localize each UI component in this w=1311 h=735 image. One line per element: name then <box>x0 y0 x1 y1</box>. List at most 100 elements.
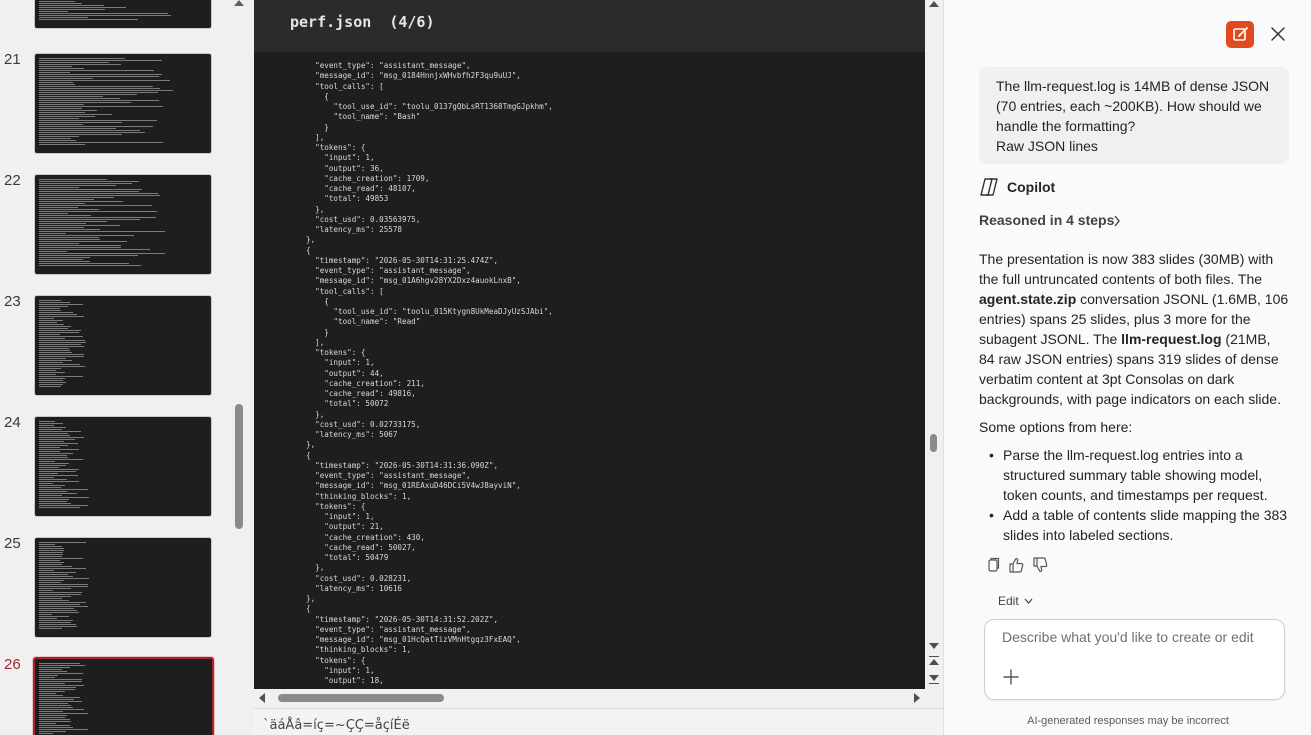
code-line: } <box>306 122 329 132</box>
horizontal-scrollbar[interactable] <box>254 689 925 707</box>
copy-icon[interactable] <box>985 556 1001 574</box>
chevron-right-icon[interactable] <box>1113 215 1121 227</box>
slide-preview[interactable] <box>34 295 212 396</box>
code-line: }, <box>306 440 316 450</box>
code-line: "message_id": "msg_0184HnnjxWHvbfh2F3qu9… <box>306 71 521 81</box>
prompt-input[interactable] <box>1002 629 1272 645</box>
slide-number: 24 <box>4 414 21 431</box>
add-attachment-icon[interactable] <box>1002 668 1020 686</box>
copilot-logo-icon <box>980 178 998 196</box>
code-line: ], <box>306 132 325 142</box>
scroll-up-arrow-icon[interactable] <box>929 1 939 7</box>
slide-number: 21 <box>4 51 21 68</box>
slide-thumbnail-24[interactable]: 24 <box>0 414 231 520</box>
code-line: "total": 50072 <box>306 399 389 409</box>
code-line: { <box>306 450 311 460</box>
code-line: "event_type": "assistant_message", <box>306 471 471 480</box>
user-message-text: The llm-request.log is 14MB of dense JSO… <box>996 78 1270 154</box>
code-line: "total": 49853 <box>306 194 389 204</box>
slide-preview[interactable] <box>34 0 212 29</box>
code-line: "cache_read": 49816, <box>306 389 416 398</box>
code-line: "cache_creation": 1709, <box>306 173 430 183</box>
code-line: } <box>306 327 329 337</box>
slide-thumbnail-21[interactable]: 21 <box>0 51 231 157</box>
code-line: "message_id": "msg_01HcQatTizVMnHtgqz3Fx… <box>306 635 521 644</box>
close-button[interactable] <box>1268 24 1288 44</box>
slide-number: 23 <box>4 293 21 310</box>
thumbs-up-icon[interactable] <box>1008 556 1024 574</box>
scroll-right-arrow-icon[interactable] <box>914 693 920 703</box>
slide-preview-selected[interactable] <box>33 657 214 735</box>
slide-preview[interactable] <box>34 416 212 517</box>
vertical-scrollbar[interactable] <box>925 0 943 689</box>
slide-thumbnail-23[interactable]: 23 <box>0 293 231 399</box>
code-line: "cost_usd": 0.02733175, <box>306 419 421 429</box>
slide-thumbnail-22[interactable]: 22 <box>0 172 231 278</box>
code-line: "tokens": { <box>306 143 366 152</box>
notes-placeholder: `äáÅâ=íç=~ÇÇ=åçíÉë <box>263 718 410 733</box>
code-line: "cache_read": 48107, <box>306 184 416 193</box>
prompt-composer[interactable] <box>984 619 1285 700</box>
slide-thumbnail-25[interactable]: 25 <box>0 535 231 641</box>
thumb-lines <box>39 58 207 149</box>
code-line: "tool_use_id": "toolu_015Ktygn8UkMeaDJyU… <box>306 307 553 316</box>
thumb-lines <box>39 542 207 633</box>
next-slide-arrow-icon[interactable] <box>929 675 939 681</box>
code-line: "timestamp": "2026-05-30T14:31:36.090Z", <box>306 460 499 470</box>
close-icon <box>1271 27 1285 41</box>
code-line: "tokens": { <box>306 348 366 357</box>
code-line: "cache_creation": 211, <box>306 378 425 388</box>
code-line: "tool_calls": [ <box>306 286 384 296</box>
scroll-down-arrow-icon[interactable] <box>929 643 939 649</box>
response-paragraph: The presentation is now 383 slides (30MB… <box>979 251 1289 407</box>
slide-preview[interactable] <box>34 53 212 154</box>
thumb-lines <box>39 421 207 512</box>
chevron-down-icon[interactable] <box>1024 598 1033 604</box>
horizontal-scroll-thumb[interactable] <box>278 694 444 702</box>
code-line: "message_id": "msg_01A6hgv28YX2Dxz4auokL… <box>306 276 521 286</box>
slide-number: 25 <box>4 535 21 552</box>
thumbnail-scrollbar[interactable] <box>231 0 248 735</box>
code-line: { <box>306 91 329 101</box>
slide-title: perf.json (4/6) <box>290 13 435 31</box>
code-line: "tool_name": "Bash" <box>306 112 421 122</box>
user-message-bubble: The llm-request.log is 14MB of dense JSO… <box>979 67 1289 164</box>
slide-canvas[interactable]: perf.json (4/6) "event_type": "assistant… <box>254 0 925 689</box>
thumbs-down-icon[interactable] <box>1032 556 1048 574</box>
mode-dropdown[interactable]: Edit <box>998 594 1019 608</box>
code-line: { <box>306 296 329 306</box>
reasoning-summary-toggle[interactable]: Reasoned in 4 steps <box>979 212 1114 228</box>
scroll-left-arrow-icon[interactable] <box>259 693 265 703</box>
thumb-lines <box>39 0 207 24</box>
next-slide-icon[interactable] <box>929 683 939 684</box>
code-line: "thinking_blocks": 1, <box>306 645 412 655</box>
code-line: "cache_read": 50027, <box>306 542 416 552</box>
code-line: }, <box>306 235 316 245</box>
list-item: Add a table of contents slide mapping th… <box>979 505 1289 545</box>
slide-preview[interactable] <box>34 537 212 638</box>
scroll-up-arrow-icon[interactable] <box>234 0 244 6</box>
code-line: "latency_ms": 25578 <box>306 225 403 234</box>
code-line: "tokens": { <box>306 501 366 511</box>
new-chat-button[interactable] <box>1226 21 1254 48</box>
slide-thumbnail-26[interactable]: 26 <box>0 656 231 735</box>
app-window: 21 22 23 24 25 26 perf.json (4/6) "event… <box>0 0 1311 735</box>
slide-header-band: perf.json (4/6) <box>254 0 925 52</box>
compose-icon <box>1233 27 1248 41</box>
code-line: "event_type": "assistant_message", <box>306 61 471 70</box>
code-line: { <box>306 604 311 614</box>
thumb-lines <box>39 300 207 391</box>
vertical-scroll-thumb[interactable] <box>930 434 937 452</box>
slide-thumbnail-20[interactable] <box>0 0 231 32</box>
thumbnail-scroll-thumb[interactable] <box>235 404 243 529</box>
code-line: "tool_calls": [ <box>306 81 384 91</box>
speaker-notes[interactable]: `äáÅâ=íç=~ÇÇ=åçíÉë <box>254 708 943 735</box>
code-line: }, <box>306 204 325 214</box>
code-line: "total": 50479 <box>306 553 389 562</box>
ai-disclaimer: AI-generated responses may be incorrect <box>1027 715 1229 727</box>
slide-preview[interactable] <box>34 174 212 275</box>
response-paragraph: Some options from here: <box>979 419 1133 435</box>
assistant-response: The presentation is now 383 slides (30MB… <box>979 249 1289 545</box>
previous-slide-arrow-icon[interactable] <box>929 659 939 665</box>
previous-slide-icon[interactable] <box>929 656 939 657</box>
